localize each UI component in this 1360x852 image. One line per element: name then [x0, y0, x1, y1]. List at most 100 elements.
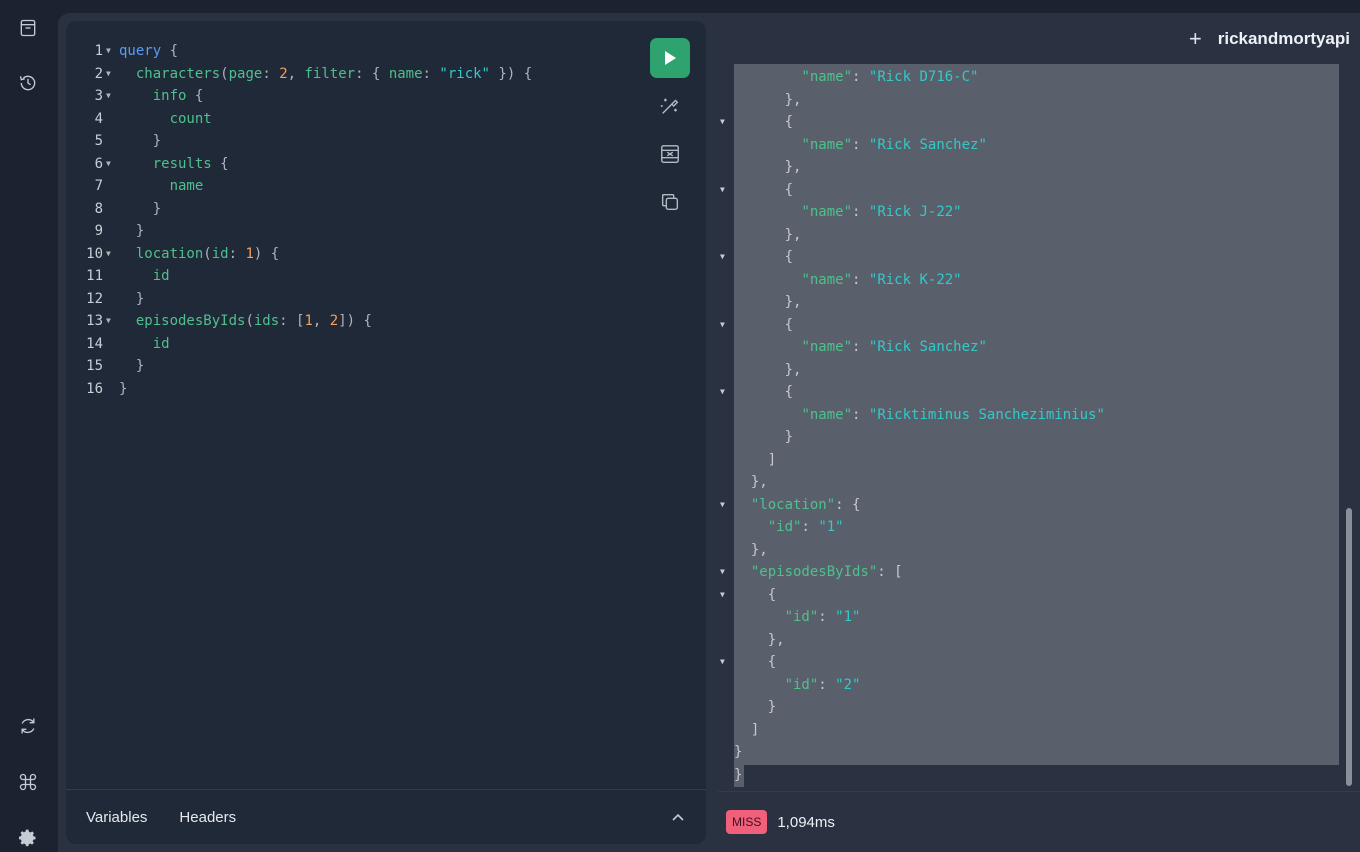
result-text: "location": {: [750, 496, 861, 513]
result-text: {: [784, 384, 794, 400]
result-line: "name": "Rick Sanchez": [718, 134, 1338, 157]
shortcuts-icon[interactable]: [14, 768, 42, 796]
result-line: "name": "Ricktiminus Sancheziminius": [718, 404, 1338, 427]
execute-query-button[interactable]: [650, 38, 690, 78]
code-line[interactable]: 16}: [66, 378, 706, 401]
code-line[interactable]: 13 ▼ episodesByIds(ids: [1, 2]) {: [66, 310, 706, 333]
result-line: }: [718, 696, 1338, 719]
result-line: },: [718, 224, 1338, 247]
code-line[interactable]: 11 id: [66, 265, 706, 288]
result-line: ▼ {: [718, 111, 1338, 134]
code-text: }: [152, 133, 162, 149]
result-viewer[interactable]: "name": "Rick D716-C" }, ▼ { "name": "Ric…: [718, 64, 1342, 790]
refetch-schema-icon[interactable]: [14, 712, 42, 740]
fold-arrow-icon[interactable]: ▼: [106, 40, 111, 63]
code-line[interactable]: 14 id: [66, 333, 706, 356]
copy-query-icon[interactable]: [650, 182, 690, 222]
result-line: },: [718, 89, 1338, 112]
code-line[interactable]: 3 ▼ info {: [66, 85, 706, 108]
fold-arrow-icon[interactable]: ▼: [106, 85, 111, 108]
result-line: },: [718, 156, 1338, 179]
api-name: rickandmortyapi: [1217, 29, 1350, 48]
code-text: }: [119, 380, 128, 397]
result-text: "id": "1": [767, 519, 844, 535]
cache-status-badge: MISS: [726, 810, 768, 834]
fold-arrow-icon[interactable]: ▼: [720, 494, 725, 517]
code-text: }: [135, 223, 145, 239]
result-line: ▼ {: [718, 314, 1338, 337]
fold-arrow-icon[interactable]: ▼: [720, 314, 725, 337]
result-text: }: [734, 744, 743, 760]
code-line[interactable]: 4 count: [66, 108, 706, 131]
line-number: 3: [94, 88, 103, 104]
result-scrollbar[interactable]: [1343, 64, 1355, 790]
line-number: 1: [94, 43, 103, 59]
result-line: ]: [718, 449, 1338, 472]
result-line: }: [718, 426, 1338, 449]
code-text: location(id: 1) {: [135, 245, 280, 262]
result-line: "name": "Rick D716-C": [718, 66, 1338, 89]
result-text: },: [750, 541, 768, 558]
result-line: },: [718, 291, 1338, 314]
fold-arrow-icon[interactable]: ▼: [720, 381, 725, 404]
fold-arrow-icon[interactable]: ▼: [106, 310, 111, 333]
merge-fragments-icon[interactable]: [650, 134, 690, 174]
docs-icon[interactable]: [14, 14, 42, 42]
fold-arrow-icon[interactable]: ▼: [720, 111, 725, 134]
headers-tab[interactable]: Headers: [179, 809, 236, 826]
code-line[interactable]: 15 }: [66, 355, 706, 378]
result-text: "name": "Rick D716-C": [801, 69, 979, 85]
result-line: ▼ {: [718, 179, 1338, 202]
add-tab-button[interactable]: +: [1189, 28, 1202, 50]
result-line: "name": "Rick K-22": [718, 269, 1338, 292]
code-line[interactable]: 2 ▼ characters(page: 2, filter: { name: "…: [66, 63, 706, 86]
code-line[interactable]: 8 }: [66, 198, 706, 221]
code-line[interactable]: 12 }: [66, 288, 706, 311]
code-line[interactable]: 5 }: [66, 130, 706, 153]
query-editor[interactable]: 1 ▼ query {2 ▼ characters(page: 2, filter: …: [66, 21, 706, 844]
line-number: 4: [94, 110, 103, 127]
code-line[interactable]: 9 }: [66, 220, 706, 243]
result-text: "id": "2": [784, 676, 861, 693]
fold-arrow-icon[interactable]: ▼: [106, 63, 111, 86]
code-text: count: [169, 110, 212, 127]
top-bar: + rickandmortyapi: [1189, 28, 1350, 50]
code-text: id: [152, 268, 170, 284]
prettify-icon[interactable]: [650, 86, 690, 126]
history-icon[interactable]: [14, 69, 42, 97]
result-text: "name": "Rick K-22": [801, 271, 962, 288]
result-line: ▼ {: [718, 381, 1338, 404]
result-line: "name": "Rick J-22": [718, 201, 1338, 224]
fold-arrow-icon[interactable]: ▼: [720, 584, 725, 607]
result-text: },: [784, 159, 802, 175]
result-line: ]: [718, 719, 1338, 742]
code-text: characters(page: 2, filter: { name: "ric…: [135, 65, 533, 82]
code-line[interactable]: 1 ▼ query {: [66, 40, 706, 63]
variables-tab[interactable]: Variables: [86, 809, 147, 826]
code-line[interactable]: 10 ▼ location(id: 1) {: [66, 243, 706, 266]
query-code[interactable]: 1 ▼ query {2 ▼ characters(page: 2, filter: …: [66, 21, 706, 400]
result-text: ]: [750, 721, 760, 738]
line-number: 2: [94, 65, 103, 82]
chevron-up-icon[interactable]: [670, 809, 686, 825]
play-icon: [665, 51, 676, 65]
code-text: id: [152, 335, 170, 352]
fold-arrow-icon[interactable]: ▼: [106, 153, 111, 176]
scrollbar-thumb[interactable]: [1346, 508, 1352, 786]
result-text: }: [784, 429, 794, 445]
code-line[interactable]: 6 ▼ results {: [66, 153, 706, 176]
result-text: {: [784, 114, 794, 130]
settings-icon[interactable]: [14, 824, 42, 852]
fold-arrow-icon[interactable]: ▼: [720, 179, 725, 202]
fold-arrow-icon[interactable]: ▼: [106, 243, 111, 266]
result-text: },: [767, 631, 785, 648]
fold-arrow-icon[interactable]: ▼: [720, 561, 725, 584]
line-number: 7: [94, 178, 103, 194]
code-line[interactable]: 7 name: [66, 175, 706, 198]
result-line: }: [718, 764, 1338, 787]
fold-arrow-icon[interactable]: ▼: [720, 651, 725, 674]
code-text: query {: [119, 43, 179, 59]
line-number: 13: [86, 313, 103, 329]
line-number: 12: [86, 290, 103, 307]
fold-arrow-icon[interactable]: ▼: [720, 246, 725, 269]
